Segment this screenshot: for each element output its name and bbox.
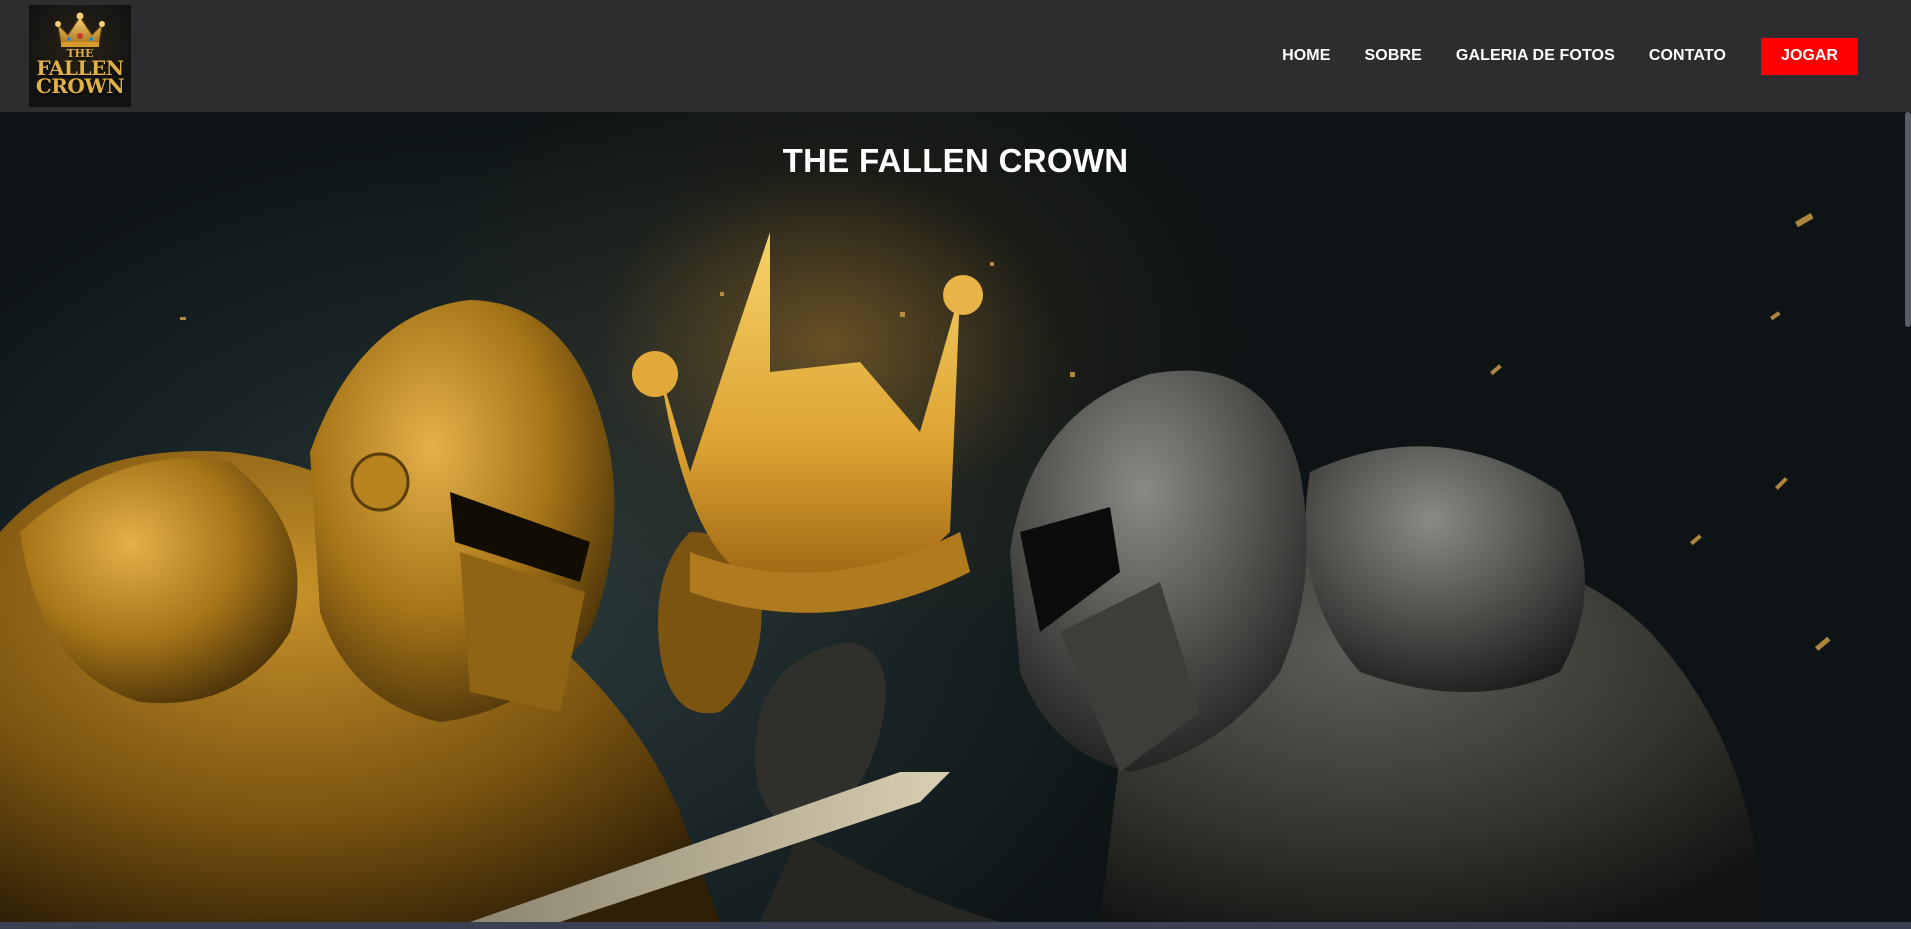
logo-wordmark: THE FALLEN CROWN bbox=[35, 48, 125, 98]
nav-home[interactable]: HOME bbox=[1282, 47, 1330, 65]
hero-title: THE FALLEN CROWN bbox=[782, 142, 1129, 179]
main-nav: HOME SOBRE GALERIA DE FOTOS CONTATO JOGA… bbox=[1282, 37, 1858, 75]
nav-galeria-de-fotos[interactable]: GALERIA DE FOTOS bbox=[1456, 47, 1615, 65]
hero-section: THE FALLEN CROWN bbox=[0, 112, 1911, 922]
page: THE FALLEN CROWN HOME SOBRE GALERIA DE F… bbox=[0, 0, 1911, 929]
nav-sobre[interactable]: SOBRE bbox=[1365, 47, 1422, 65]
site-logo[interactable]: THE FALLEN CROWN bbox=[29, 5, 131, 107]
hero-image bbox=[0, 213, 1831, 922]
nav-contato[interactable]: CONTATO bbox=[1649, 47, 1726, 65]
bottom-edge bbox=[0, 922, 1911, 929]
crown-icon bbox=[55, 12, 105, 47]
logo-line-crown: CROWN bbox=[35, 73, 125, 98]
scrollbar[interactable] bbox=[1905, 112, 1911, 327]
play-button[interactable]: JOGAR bbox=[1761, 37, 1858, 75]
site-header: THE FALLEN CROWN HOME SOBRE GALERIA DE F… bbox=[0, 0, 1911, 112]
